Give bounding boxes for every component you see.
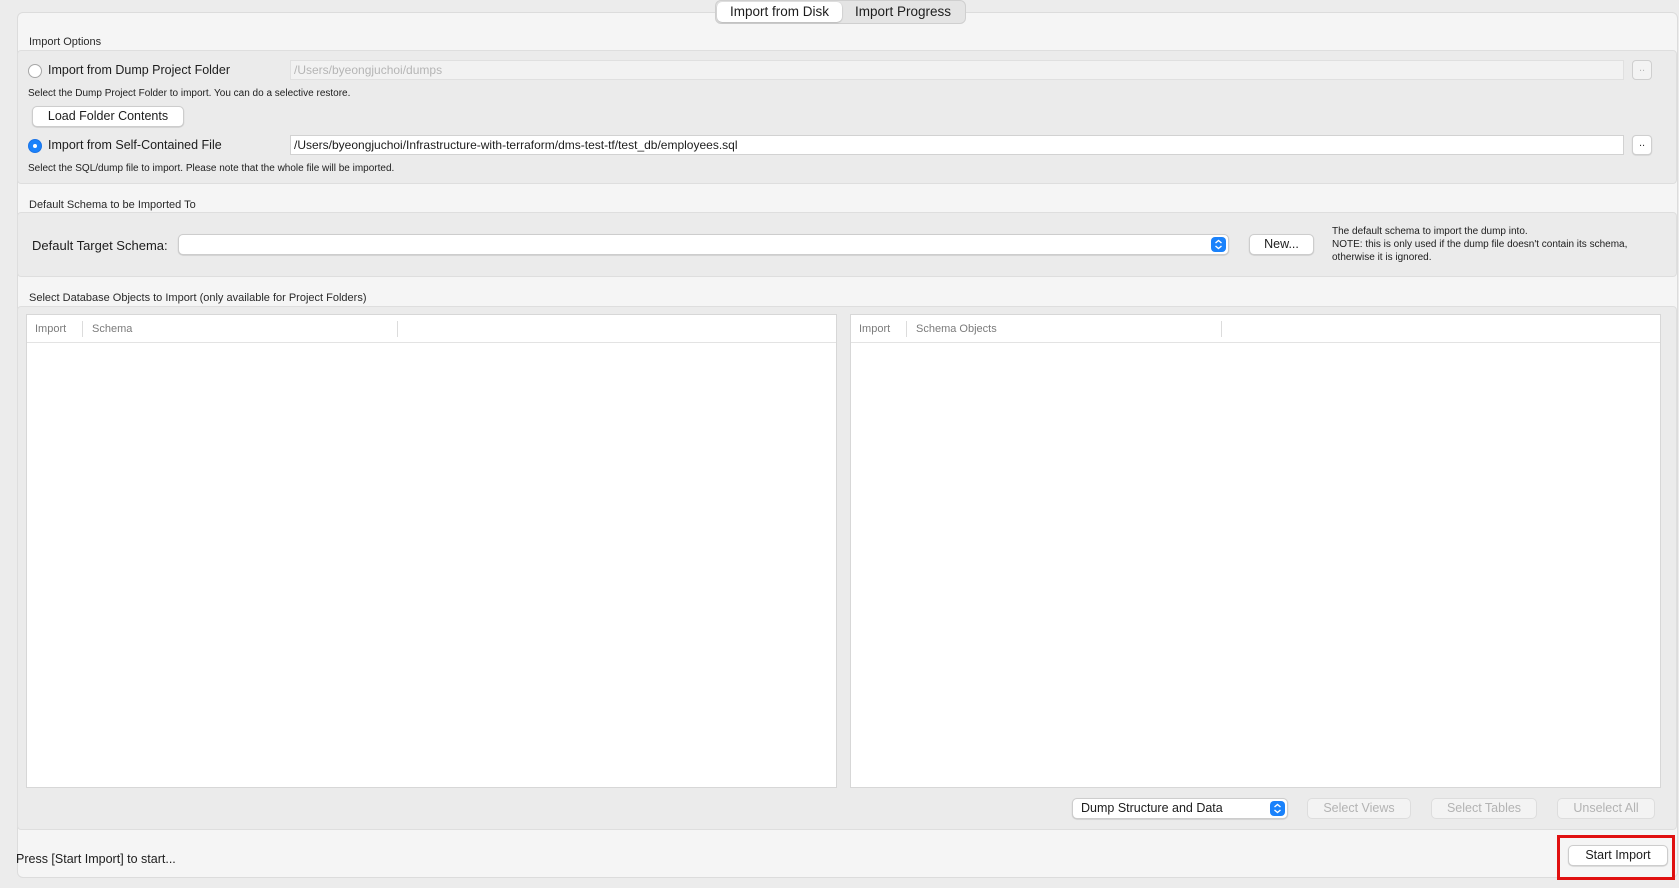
default-target-schema-label: Default Target Schema: <box>32 238 168 253</box>
dump-folder-browse-button[interactable]: .. <box>1632 60 1652 80</box>
self-contained-label: Import from Self-Contained File <box>48 138 222 152</box>
status-message: Press [Start Import] to start... <box>16 852 176 866</box>
self-contained-browse-button[interactable]: .. <box>1632 135 1652 155</box>
new-schema-button[interactable]: New... <box>1249 234 1314 255</box>
dump-folder-radio[interactable] <box>28 64 42 78</box>
default-schema-note-2: NOTE: this is only used if the dump file… <box>1332 239 1628 250</box>
dump-folder-label: Import from Dump Project Folder <box>48 63 230 77</box>
schema-table-header: Import Schema <box>27 315 836 343</box>
dump-mode-select[interactable]: Dump Structure and Data <box>1072 798 1288 819</box>
column-separator <box>82 321 83 337</box>
dump-mode-value: Dump Structure and Data <box>1081 801 1223 815</box>
dump-folder-hint: Select the Dump Project Folder to import… <box>28 88 351 99</box>
default-target-schema-select[interactable] <box>178 234 1229 255</box>
self-contained-radio[interactable] <box>28 139 42 153</box>
tab-bar: Import from Disk Import Progress <box>715 0 967 24</box>
self-contained-hint: Select the SQL/dump file to import. Plea… <box>28 163 395 174</box>
schema-objects-table-header: Import Schema Objects <box>851 315 1660 343</box>
schema-objects-table[interactable]: Import Schema Objects <box>850 314 1661 788</box>
unselect-all-button[interactable]: Unselect All <box>1557 798 1655 819</box>
load-folder-contents-button[interactable]: Load Folder Contents <box>32 106 184 127</box>
self-contained-path-field[interactable]: /Users/byeongjuchoi/Infrastructure-with-… <box>290 135 1624 155</box>
column-header-import[interactable]: Import <box>35 323 66 335</box>
column-header-schema[interactable]: Schema <box>92 323 132 335</box>
select-views-button[interactable]: Select Views <box>1307 798 1411 819</box>
chevron-up-down-icon <box>1211 237 1226 252</box>
chevron-up-down-icon <box>1270 801 1285 816</box>
tab-import-progress[interactable]: Import Progress <box>842 2 964 22</box>
default-schema-title: Default Schema to be Imported To <box>29 199 196 211</box>
db-objects-title: Select Database Objects to Import (only … <box>29 292 367 304</box>
tab-import-from-disk[interactable]: Import from Disk <box>717 2 843 22</box>
column-separator <box>906 321 907 337</box>
schema-table[interactable]: Import Schema <box>26 314 837 788</box>
import-options-title: Import Options <box>29 36 102 48</box>
default-schema-note-3: otherwise it is ignored. <box>1332 252 1432 263</box>
column-header-import[interactable]: Import <box>859 323 890 335</box>
select-tables-button[interactable]: Select Tables <box>1431 798 1537 819</box>
column-separator <box>397 321 398 337</box>
start-import-button[interactable]: Start Import <box>1568 845 1668 866</box>
default-schema-note-1: The default schema to import the dump in… <box>1332 226 1528 237</box>
dump-folder-path-field[interactable]: /Users/byeongjuchoi/dumps <box>290 60 1624 80</box>
column-separator <box>1221 321 1222 337</box>
column-header-schema-objects[interactable]: Schema Objects <box>916 323 997 335</box>
